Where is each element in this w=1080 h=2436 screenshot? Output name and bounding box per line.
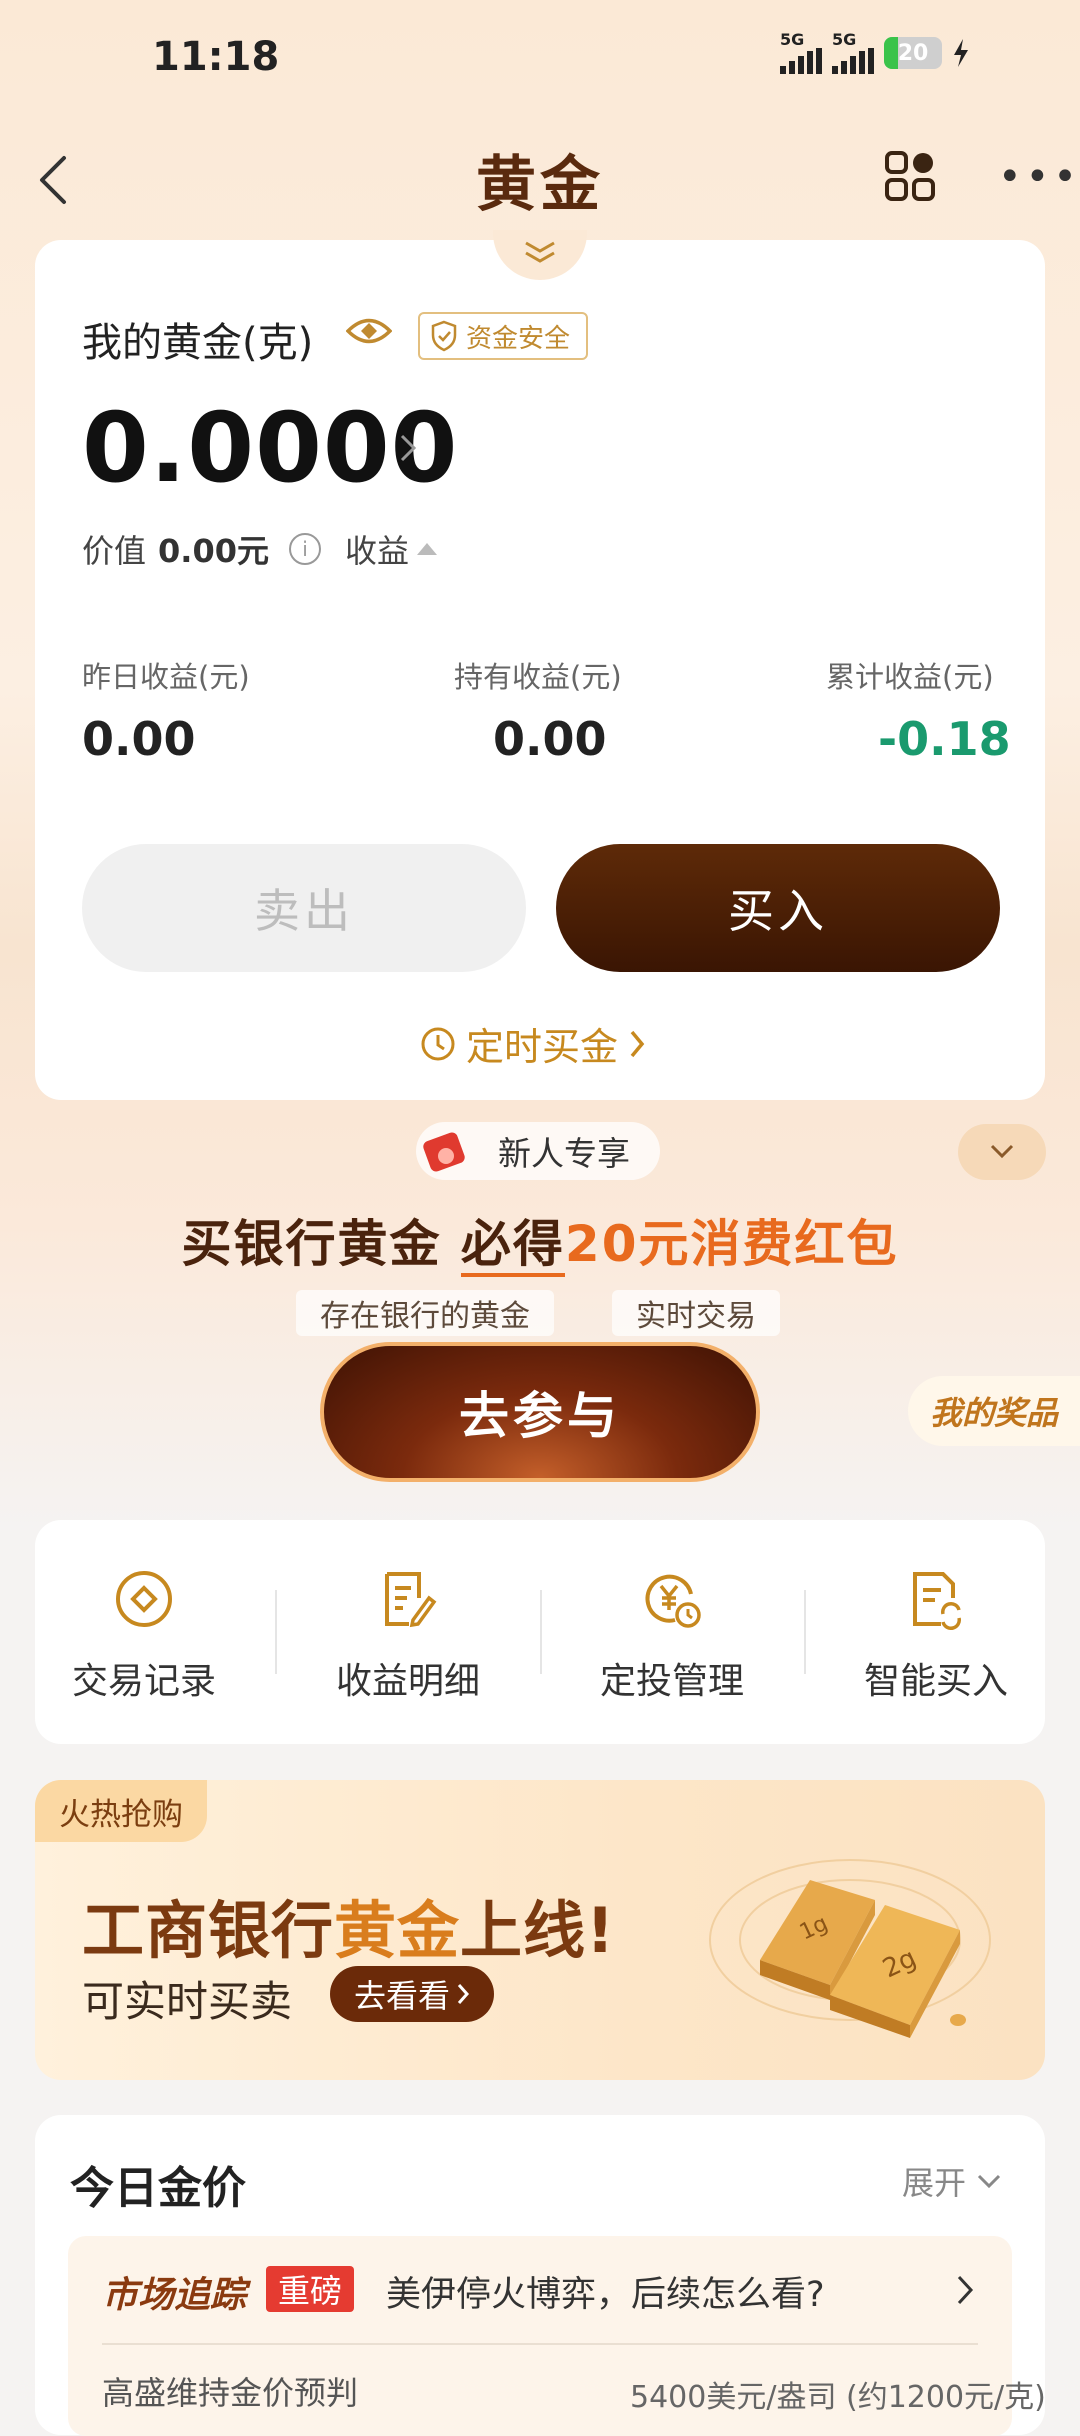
value-row: 价值 0.00元 i 收益 xyxy=(82,526,437,572)
chevron-down-icon xyxy=(977,2174,1001,2189)
toggle-visibility-button[interactable] xyxy=(345,314,393,352)
edit-document-icon xyxy=(385,1572,437,1628)
value-label: 价值 xyxy=(82,532,147,570)
chevron-right-icon xyxy=(457,1984,470,2004)
promo-tag: 存在银行的黄金 xyxy=(296,1290,554,1336)
banner-subtitle: 可实时买卖 xyxy=(82,1977,293,2026)
timed-buy-label: 定时买金 xyxy=(466,1025,619,1069)
battery-level: 20 xyxy=(897,40,929,66)
timed-buy-link[interactable]: 定时买金 xyxy=(420,1016,646,1071)
banner-title-part3: 上线! xyxy=(460,1894,616,1967)
expand-button[interactable]: 展开 xyxy=(902,2158,1002,2204)
news-arrow[interactable] xyxy=(956,2274,974,2310)
headline-badge: 重磅 xyxy=(266,2266,355,2312)
promo-title-part1: 买银行黄金 xyxy=(181,1215,461,1273)
buy-button[interactable]: 买入 xyxy=(556,844,1000,972)
banner-title-part2: 黄金 xyxy=(334,1894,461,1967)
eye-icon xyxy=(345,318,393,344)
yesterday-income-label: 昨日收益(元) xyxy=(82,660,250,694)
menu-item-label: 收益明细 xyxy=(335,1661,480,1702)
network-label: 5G xyxy=(780,30,805,49)
more-options-button[interactable]: ••• xyxy=(998,157,1080,197)
news-item-right: 5400美元/盎司 (约1200元/克) xyxy=(630,2380,1046,2415)
network-label-2: 5G xyxy=(832,30,857,49)
income-toggle-label[interactable]: 收益 xyxy=(345,526,409,572)
chevron-right-icon xyxy=(630,1030,645,1057)
news-item-left[interactable]: 高盛维持金价预判 xyxy=(102,2368,358,2414)
grid-icon xyxy=(885,151,935,201)
news-headline[interactable]: 美伊停火博弈，后续怎么看? xyxy=(386,2266,825,2317)
total-income-label: 累计收益(元) xyxy=(826,660,994,694)
promo-title-part2: 必得 xyxy=(460,1215,565,1277)
charging-icon xyxy=(954,39,968,67)
signal-icon-2: 5G xyxy=(832,32,874,74)
banner-title: 工商银行黄金上线! xyxy=(82,1880,615,1970)
banner-title-part1: 工商银行 xyxy=(82,1894,335,1967)
menu-item-smart-buy[interactable]: 智能买入 xyxy=(836,1568,1036,1704)
collapse-promo-button[interactable] xyxy=(958,1124,1046,1180)
menu-item-label: 交易记录 xyxy=(71,1661,216,1702)
shield-check-icon xyxy=(431,320,457,352)
info-icon[interactable]: i xyxy=(288,533,321,565)
menu-item-income-details[interactable]: 收益明细 xyxy=(308,1568,508,1704)
caret-up-icon[interactable] xyxy=(417,543,437,555)
value-amount: 0.00元 xyxy=(158,532,269,570)
yuan-clock-icon xyxy=(645,1574,701,1628)
hot-sale-tag: 火热抢购 xyxy=(35,1780,207,1842)
sell-button[interactable]: 卖出 xyxy=(82,844,526,972)
status-time: 11:18 xyxy=(152,34,280,80)
market-tracking-label: 市场追踪 xyxy=(102,2275,247,2316)
grams-detail-arrow[interactable] xyxy=(398,430,418,470)
promo-tag: 实时交易 xyxy=(612,1290,780,1336)
fund-safety-badge[interactable]: 资金安全 xyxy=(418,312,589,360)
signal-icon: 5G xyxy=(780,32,822,74)
status-icons: 5G 5G 20 xyxy=(780,32,970,74)
go-see-button[interactable]: 去看看 xyxy=(330,1966,495,2022)
battery-icon: 20 xyxy=(884,37,942,69)
go-see-label: 去看看 xyxy=(354,1977,451,2015)
divider xyxy=(275,1590,277,1674)
circle-diamond-icon xyxy=(116,1571,172,1627)
menu-item-auto-invest[interactable]: 定投管理 xyxy=(572,1568,772,1704)
my-prizes-button[interactable]: 我的奖品 xyxy=(908,1376,1080,1446)
newbie-label: 新人专享 xyxy=(498,1134,630,1173)
promo-title-part3: 20元消费红包 xyxy=(564,1215,899,1273)
safety-badge-label: 资金安全 xyxy=(466,323,571,354)
holding-income-label: 持有收益(元) xyxy=(454,660,622,694)
my-gold-label: 我的黄金(克) xyxy=(82,320,314,366)
double-chevron-down-icon xyxy=(525,241,555,263)
red-envelope-icon xyxy=(420,1130,470,1180)
yesterday-income-value: 0.00 xyxy=(82,712,196,766)
document-refresh-icon xyxy=(913,1572,961,1630)
clock-icon xyxy=(421,1027,455,1060)
menu-item-label: 智能买入 xyxy=(863,1661,1008,1702)
menu-item-transactions[interactable]: 交易记录 xyxy=(44,1568,244,1704)
holding-income-value: 0.00 xyxy=(493,712,607,766)
gold-bars-image: 1g 2g xyxy=(700,1820,1000,2044)
divider xyxy=(102,2343,978,2345)
divider xyxy=(540,1590,542,1674)
join-button[interactable]: 去参与 xyxy=(320,1342,760,1482)
chevron-right-icon xyxy=(957,2275,974,2305)
today-price-title: 今日金价 xyxy=(70,2163,246,2214)
total-income-value: -0.18 xyxy=(878,712,1011,766)
chevron-down-icon xyxy=(990,1144,1014,1159)
grid-menu-button[interactable] xyxy=(884,150,936,202)
promo-title: 买银行黄金 必得20元消费红包 xyxy=(0,1204,1080,1277)
menu-item-label: 定投管理 xyxy=(599,1661,744,1702)
expand-label: 展开 xyxy=(902,2164,967,2202)
divider xyxy=(804,1590,806,1674)
chevron-right-icon xyxy=(400,434,417,462)
